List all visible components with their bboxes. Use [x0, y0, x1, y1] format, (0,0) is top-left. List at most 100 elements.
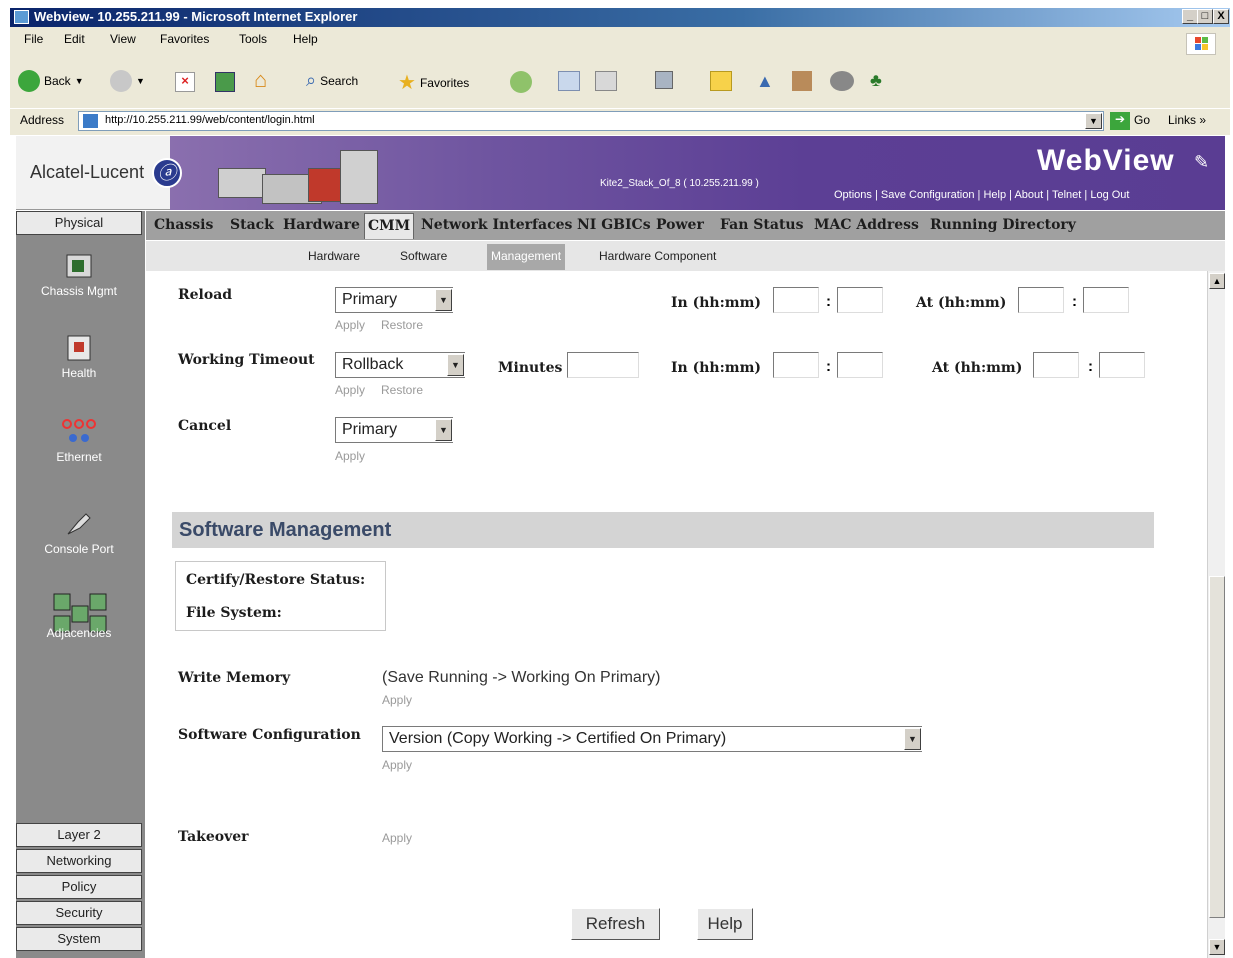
- reload-apply-link[interactable]: Apply: [335, 318, 365, 332]
- print-icon[interactable]: [595, 71, 617, 91]
- nav-header-physical[interactable]: Physical: [16, 211, 142, 235]
- section-header: Software Management: [172, 512, 1154, 548]
- tab-cmm[interactable]: CMM: [364, 213, 415, 239]
- tab-fan-status[interactable]: Fan Status: [720, 217, 803, 233]
- tab-running-directory[interactable]: Running Directory: [930, 217, 1076, 233]
- reload-at-minutes-input[interactable]: [1083, 287, 1129, 313]
- discuss-icon[interactable]: [830, 71, 854, 91]
- log-out-link[interactable]: Log Out: [1090, 189, 1129, 201]
- nav-header-networking[interactable]: Networking: [16, 849, 142, 873]
- working-timeout-select[interactable]: Rollback ▼: [335, 352, 465, 378]
- telnet-link[interactable]: Telnet: [1052, 189, 1081, 201]
- address-dropdown-icon[interactable]: ▼: [1085, 113, 1102, 129]
- reload-restore-link[interactable]: Restore: [381, 318, 423, 332]
- search-button[interactable]: ⌕ Search: [306, 70, 358, 91]
- menu-tools[interactable]: Tools: [239, 32, 267, 46]
- nav-header-policy[interactable]: Policy: [16, 875, 142, 899]
- reload-in-minutes-input[interactable]: [837, 287, 883, 313]
- close-button[interactable]: X: [1213, 9, 1229, 24]
- tab-ni-gbics[interactable]: NI GBICs: [577, 217, 651, 233]
- reload-dropdown-icon: ▼: [435, 289, 452, 311]
- minutes-input[interactable]: [567, 352, 639, 378]
- edit-icon[interactable]: [655, 71, 673, 89]
- scrollbar-thumb[interactable]: [1209, 576, 1225, 918]
- menu-favorites[interactable]: Favorites: [160, 32, 209, 46]
- links-button[interactable]: Links »: [1168, 113, 1206, 127]
- nav-header-system[interactable]: System: [16, 927, 142, 951]
- subtab-software[interactable]: Software: [400, 249, 447, 263]
- refresh-icon[interactable]: [215, 72, 235, 92]
- nav-header-layer-2[interactable]: Layer 2: [16, 823, 142, 847]
- back-button[interactable]: Back ▼: [18, 70, 84, 92]
- status-box: Certify/Restore Status: File System:: [175, 561, 386, 631]
- software-configuration-apply-link[interactable]: Apply: [382, 758, 412, 772]
- maximize-button[interactable]: □: [1197, 9, 1213, 24]
- takeover-apply-link[interactable]: Apply: [382, 831, 412, 845]
- mail-icon[interactable]: [558, 71, 580, 91]
- working-timeout-in-minutes-input[interactable]: [837, 352, 883, 378]
- nav-item-health[interactable]: Health: [16, 332, 142, 380]
- working-timeout-at-hours-input[interactable]: [1033, 352, 1079, 378]
- toolbar: Back ▼ ▼ × ⌂ ⌕ Search ★ Favorites ▲ ♣: [10, 60, 1230, 106]
- help-button[interactable]: Help: [697, 908, 753, 940]
- menu-edit[interactable]: Edit: [64, 32, 85, 46]
- tab-mac-address[interactable]: MAC Address: [814, 217, 919, 233]
- certify-restore-status-label: Certify/Restore Status:: [186, 572, 366, 588]
- back-arrow-icon: [18, 70, 40, 92]
- menu-view[interactable]: View: [110, 32, 136, 46]
- working-timeout-apply-link[interactable]: Apply: [335, 383, 365, 397]
- tab-hardware[interactable]: Hardware: [283, 217, 360, 233]
- scroll-up-icon[interactable]: ▲: [1209, 273, 1225, 289]
- nav-item-adjacencies[interactable]: Adjacencies: [16, 590, 142, 648]
- address-label: Address: [20, 113, 65, 127]
- cancel-apply-link[interactable]: Apply: [335, 449, 365, 463]
- nav-item-ethernet[interactable]: Ethernet: [16, 418, 142, 464]
- working-timeout-at-minutes-input[interactable]: [1099, 352, 1145, 378]
- refresh-button[interactable]: Refresh: [571, 908, 660, 940]
- nav-header-security[interactable]: Security: [16, 901, 142, 925]
- folder-icon[interactable]: [710, 71, 732, 91]
- subtab-management[interactable]: Management: [487, 244, 566, 270]
- reload-select[interactable]: Primary ▼: [335, 287, 453, 313]
- book-icon[interactable]: [792, 71, 812, 91]
- nav-item-console-port[interactable]: Console Port: [16, 508, 142, 556]
- stop-icon[interactable]: ×: [175, 72, 195, 92]
- window-titlebar: Webview- 10.255.211.99 - Microsoft Inter…: [10, 8, 1230, 27]
- tab-stack[interactable]: Stack: [230, 217, 274, 233]
- research-icon[interactable]: ▲: [756, 71, 778, 91]
- reload-at-hours-input[interactable]: [1018, 287, 1064, 313]
- tab-network-interfaces[interactable]: Network Interfaces: [421, 217, 572, 233]
- scroll-down-icon[interactable]: ▼: [1209, 939, 1225, 955]
- minimize-button[interactable]: _: [1182, 9, 1198, 24]
- menu-file[interactable]: File: [24, 32, 43, 46]
- address-input[interactable]: http://10.255.211.99/web/content/login.h…: [78, 111, 1104, 131]
- health-icon: [67, 335, 91, 361]
- nav-item-chassis-mgmt[interactable]: Chassis Mgmt: [16, 250, 142, 298]
- tab-power[interactable]: Power: [656, 217, 704, 233]
- go-arrow-icon[interactable]: ➔: [1110, 112, 1130, 130]
- reload-in-hours-input[interactable]: [773, 287, 819, 313]
- history-icon[interactable]: [510, 71, 532, 93]
- software-configuration-select[interactable]: Version (Copy Working -> Certified On Pr…: [382, 726, 922, 752]
- console-port-icon: [67, 513, 91, 535]
- subtab-hardware-component[interactable]: Hardware Component: [599, 249, 716, 263]
- working-timeout-in-hours-input[interactable]: [773, 352, 819, 378]
- home-icon[interactable]: ⌂: [254, 69, 278, 92]
- tab-chassis[interactable]: Chassis: [154, 217, 213, 233]
- forward-button[interactable]: ▼: [110, 70, 145, 92]
- messenger-icon[interactable]: ♣: [870, 70, 894, 92]
- favorites-button[interactable]: ★ Favorites: [398, 70, 469, 95]
- help-link[interactable]: Help: [983, 189, 1006, 201]
- go-button[interactable]: Go: [1134, 113, 1150, 127]
- menu-help[interactable]: Help: [293, 32, 318, 46]
- options-link[interactable]: Options: [834, 189, 872, 201]
- write-memory-apply-link[interactable]: Apply: [382, 693, 412, 707]
- subtab-hardware[interactable]: Hardware: [308, 249, 360, 263]
- header-links: Options | Save Configuration | Help | Ab…: [834, 189, 1130, 201]
- working-timeout-restore-link[interactable]: Restore: [381, 383, 423, 397]
- cancel-select[interactable]: Primary ▼: [335, 417, 453, 443]
- save-configuration-link[interactable]: Save Configuration: [881, 189, 975, 201]
- system-name: Kite2_Stack_Of_8 ( 10.255.211.99 ): [600, 178, 759, 189]
- reload-at-colon: :: [1072, 293, 1077, 310]
- about-link[interactable]: About: [1014, 189, 1043, 201]
